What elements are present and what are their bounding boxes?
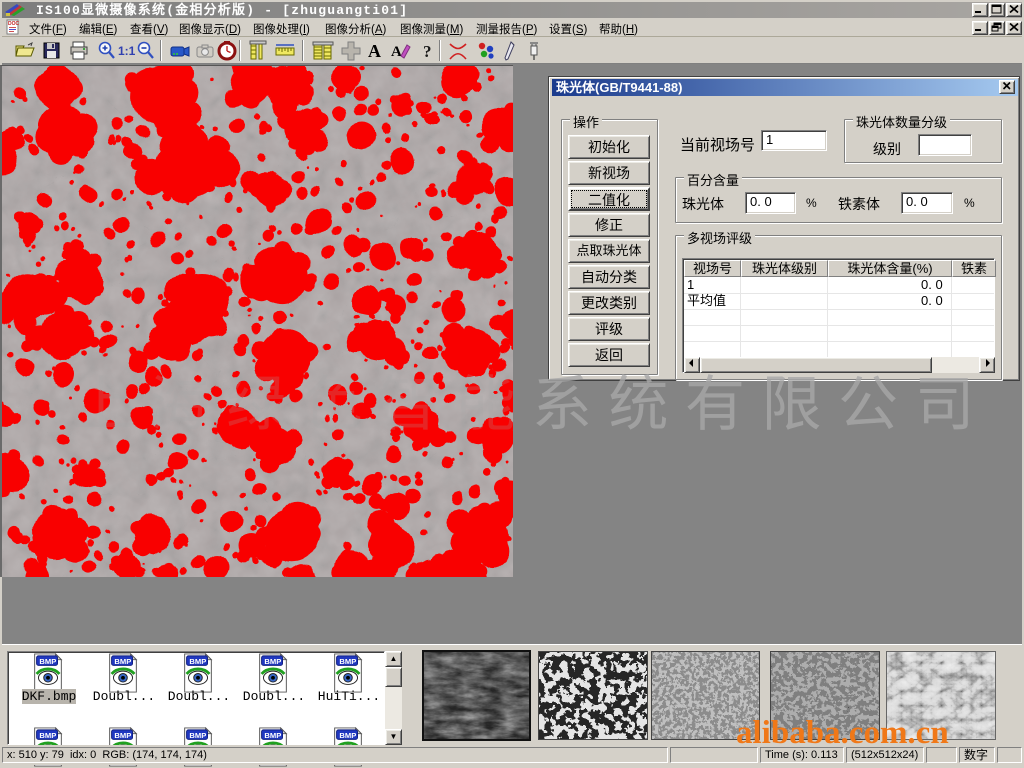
svg-text:BMP: BMP — [39, 657, 56, 666]
svg-text:BMP: BMP — [264, 657, 281, 666]
svg-text:BMP: BMP — [189, 731, 206, 740]
svg-text:BMP: BMP — [114, 731, 131, 740]
svg-text:A: A — [368, 41, 381, 61]
svg-text:BMP: BMP — [189, 657, 206, 666]
svg-text:?: ? — [423, 42, 432, 61]
svg-text:DOC: DOC — [8, 21, 20, 27]
svg-text:BMP: BMP — [339, 731, 356, 740]
svg-text:1:1: 1:1 — [118, 44, 136, 58]
svg-text:BMP: BMP — [39, 731, 56, 740]
svg-text:BMP: BMP — [264, 731, 281, 740]
svg-text:BMP: BMP — [339, 657, 356, 666]
svg-text:A: A — [391, 44, 402, 60]
svg-text:BMP: BMP — [114, 657, 131, 666]
